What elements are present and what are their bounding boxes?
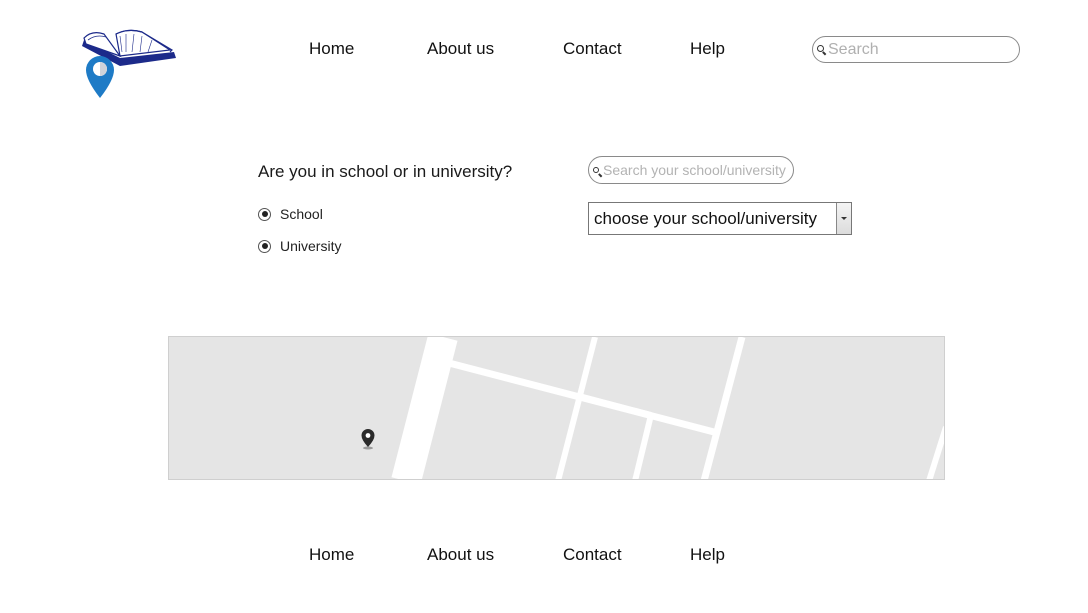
radio-school[interactable] xyxy=(258,207,271,221)
radio-option-university[interactable]: University xyxy=(258,238,341,254)
school-question: Are you in school or in university? xyxy=(258,162,513,181)
footer-nav-contact[interactable]: Contact xyxy=(563,545,622,565)
radio-option-school[interactable]: School xyxy=(258,206,323,222)
school-select[interactable]: choose your school/university xyxy=(588,202,852,235)
footer-nav-help[interactable]: Help xyxy=(690,545,725,565)
search-icon xyxy=(593,167,599,173)
school-search[interactable] xyxy=(588,156,794,184)
map-pin-icon[interactable] xyxy=(360,428,376,450)
search-input[interactable] xyxy=(828,40,1013,60)
header-search[interactable] xyxy=(812,36,1020,63)
map-roads xyxy=(391,337,944,479)
logo[interactable] xyxy=(80,28,178,100)
book-pin-logo-icon xyxy=(82,29,176,98)
footer-nav-about-us[interactable]: About us xyxy=(427,545,494,565)
nav-about-us[interactable]: About us xyxy=(427,39,494,59)
nav-home[interactable]: Home xyxy=(309,39,354,59)
search-icon xyxy=(817,45,824,52)
chevron-down-icon[interactable] xyxy=(836,203,851,234)
nav-help[interactable]: Help xyxy=(690,39,725,59)
radio-university-label: University xyxy=(280,238,342,254)
nav-contact[interactable]: Contact xyxy=(563,39,622,59)
footer-nav-home[interactable]: Home xyxy=(309,545,354,565)
school-select-value: choose your school/university xyxy=(594,208,818,228)
school-search-input[interactable] xyxy=(603,161,788,179)
map[interactable] xyxy=(168,336,945,480)
radio-school-label: School xyxy=(280,206,323,222)
radio-university[interactable] xyxy=(258,239,271,253)
